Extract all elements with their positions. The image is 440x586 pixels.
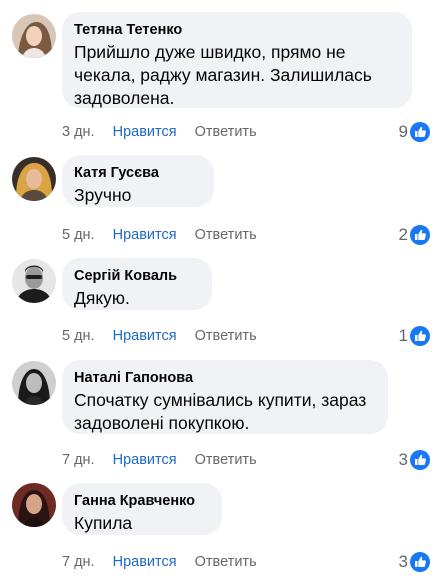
comment-bubble: Ганна Кравченко Купила [62,483,222,535]
comment-actions: 5 дн. Нравится Ответить [62,225,257,245]
reaction-summary[interactable]: 3 [399,449,430,471]
thumbs-up-icon [410,326,430,346]
avatar[interactable] [12,157,56,201]
reaction-count: 1 [398,326,408,345]
comment-author[interactable]: Ганна Кравченко [74,492,210,510]
comment-author[interactable]: Наталі Гапонова [74,369,376,387]
reply-link[interactable]: Ответить [195,328,257,344]
reply-link[interactable]: Ответить [195,452,257,468]
avatar-photo [12,483,56,527]
like-link[interactable]: Нравится [113,328,177,344]
comment-timestamp[interactable]: 5 дн. [62,227,95,243]
comment-timestamp[interactable]: 3 дн. [62,124,95,140]
comment-timestamp[interactable]: 7 дн. [62,452,95,468]
reaction-count: 3 [398,552,408,571]
avatar[interactable] [12,361,56,405]
reaction-count: 3 [398,450,408,469]
comment-actions: 7 дн. Нравится Ответить [62,552,257,572]
comment-text: Спочатку сумнівались купити, зараз задов… [74,390,367,433]
reaction-summary[interactable]: 1 [399,325,430,347]
reaction-summary[interactable]: 9 [399,121,430,143]
like-link[interactable]: Нравится [113,227,177,243]
comment-bubble: Катя Гусєва Зручно [62,155,214,207]
reply-link[interactable]: Ответить [195,554,257,570]
reaction-summary[interactable]: 3 [399,551,430,573]
like-link[interactable]: Нравится [113,554,177,570]
comment-actions: 5 дн. Нравится Ответить [62,326,257,346]
avatar-photo [12,157,56,201]
avatar-photo [12,361,56,405]
reaction-summary[interactable]: 2 [399,224,430,246]
comment-bubble: Наталі Гапонова Спочатку сумнівались куп… [62,360,388,434]
comment-text: Зручно [74,185,132,205]
thumbs-up-icon [410,122,430,142]
comment-text: Дякую. [74,288,130,308]
comment-text: Прийшло дуже швидко, прямо не чекала, ра… [74,42,372,108]
reaction-count: 9 [398,122,408,141]
comment-author[interactable]: Сергій Коваль [74,267,200,285]
comment-timestamp[interactable]: 5 дн. [62,328,95,344]
reaction-count: 2 [398,225,408,244]
avatar[interactable] [12,14,56,58]
avatar-photo [12,14,56,58]
comment-bubble: Тетяна Тетенко Прийшло дуже швидко, прям… [62,12,412,108]
reply-link[interactable]: Ответить [195,124,257,140]
comment-text: Купила [74,513,133,533]
avatar[interactable] [12,259,56,303]
reply-link[interactable]: Ответить [195,227,257,243]
avatar[interactable] [12,483,56,527]
thumbs-up-icon [410,225,430,245]
comment-timestamp[interactable]: 7 дн. [62,554,95,570]
comment-author[interactable]: Катя Гусєва [74,164,202,182]
comment-author[interactable]: Тетяна Тетенко [74,21,400,39]
avatar-photo [12,259,56,303]
like-link[interactable]: Нравится [113,124,177,140]
thumbs-up-icon [410,450,430,470]
comment-actions: 7 дн. Нравится Ответить [62,450,257,470]
like-link[interactable]: Нравится [113,452,177,468]
comment-bubble: Сергій Коваль Дякую. [62,258,212,310]
comment-actions: 3 дн. Нравится Ответить [62,122,257,142]
thumbs-up-icon [410,552,430,572]
